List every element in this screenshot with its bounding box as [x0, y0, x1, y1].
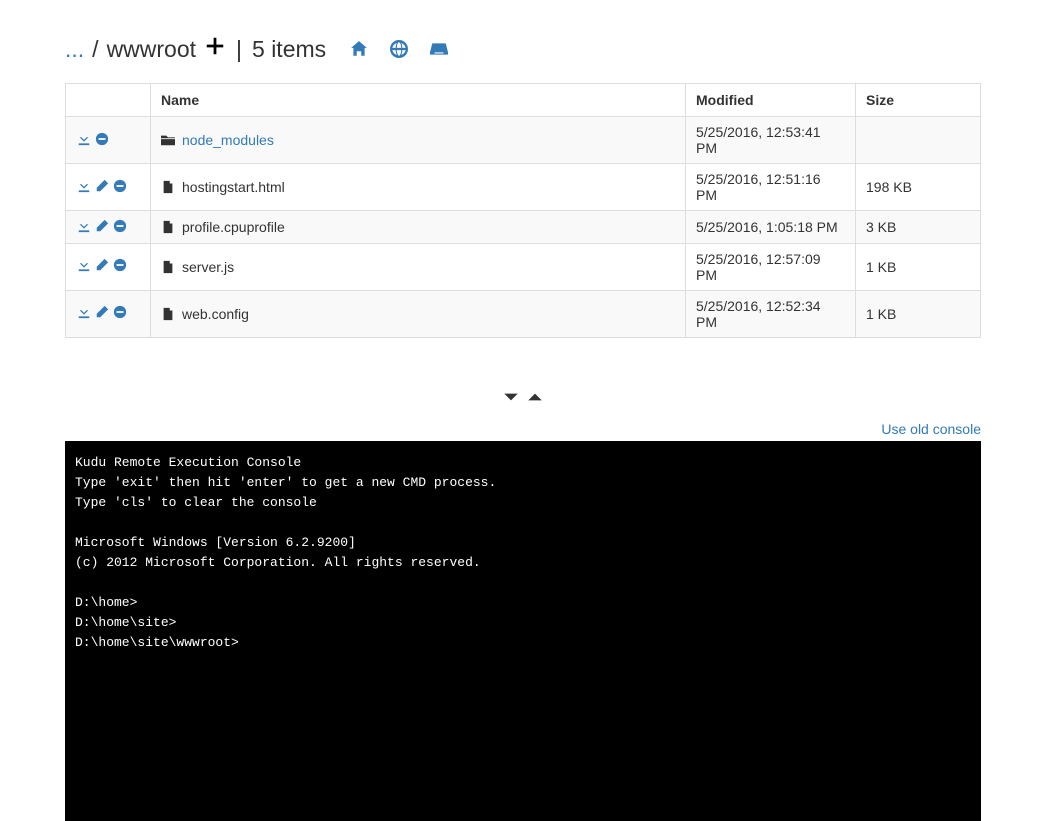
- table-header-actions: [66, 84, 151, 117]
- edit-icon[interactable]: [94, 305, 109, 320]
- console-line: [75, 573, 971, 593]
- delete-icon[interactable]: [94, 131, 109, 146]
- chevron-up-icon: [525, 393, 545, 409]
- file-table: Name Modified Size node_modules 5/25/2016…: [65, 83, 981, 338]
- delete-icon[interactable]: [112, 178, 127, 193]
- table-header-name[interactable]: Name: [151, 84, 686, 117]
- edit-icon[interactable]: [94, 218, 109, 233]
- file-name[interactable]: node_modules: [182, 132, 274, 148]
- file-size: 1 KB: [856, 243, 981, 290]
- download-icon[interactable]: [76, 258, 91, 273]
- delete-icon[interactable]: [112, 218, 127, 233]
- panel-toggle[interactable]: [0, 338, 1046, 421]
- table-row: server.js 5/25/2016, 12:57:09 PM1 KB: [66, 243, 981, 290]
- table-row: node_modules 5/25/2016, 12:53:41 PM: [66, 117, 981, 164]
- table-row: profile.cpuprofile 5/25/2016, 1:05:18 PM3…: [66, 211, 981, 244]
- file-name: server.js: [182, 259, 234, 275]
- folder-icon: [161, 133, 175, 147]
- console-line: Kudu Remote Execution Console: [75, 453, 971, 473]
- item-count-label: 5 items: [252, 36, 326, 63]
- home-icon[interactable]: [350, 40, 368, 58]
- console-line: (c) 2012 Microsoft Corporation. All righ…: [75, 553, 971, 573]
- globe-icon[interactable]: [390, 40, 408, 58]
- disk-icon[interactable]: [430, 40, 448, 58]
- breadcrumb-separator: /: [92, 36, 98, 63]
- breadcrumb: ... / wwwroot | 5 items: [65, 0, 981, 83]
- file-size: 198 KB: [856, 164, 981, 211]
- table-row: hostingstart.html 5/25/2016, 12:51:16 PM1…: [66, 164, 981, 211]
- file-size: 1 KB: [856, 290, 981, 337]
- file-size: [856, 117, 981, 164]
- file-modified: 5/25/2016, 12:51:16 PM: [686, 164, 856, 211]
- console-line: D:\home>: [75, 593, 971, 613]
- console-line: Microsoft Windows [Version 6.2.9200]: [75, 533, 971, 553]
- console-line: [75, 513, 971, 533]
- edit-icon[interactable]: [94, 258, 109, 273]
- table-header-modified[interactable]: Modified: [686, 84, 856, 117]
- delete-icon[interactable]: [112, 258, 127, 273]
- edit-icon[interactable]: [94, 178, 109, 193]
- file-name: web.config: [182, 306, 249, 322]
- download-icon[interactable]: [76, 305, 91, 320]
- delete-icon[interactable]: [112, 305, 127, 320]
- download-icon[interactable]: [76, 218, 91, 233]
- file-icon: [161, 220, 175, 234]
- file-icon: [161, 307, 175, 321]
- file-name: profile.cpuprofile: [182, 219, 285, 235]
- file-size: 3 KB: [856, 211, 981, 244]
- console-line: Type 'exit' then hit 'enter' to get a ne…: [75, 473, 971, 493]
- file-modified: 5/25/2016, 1:05:18 PM: [686, 211, 856, 244]
- add-item-icon[interactable]: [204, 35, 226, 63]
- console-line: D:\home\site>: [75, 613, 971, 633]
- table-header-size[interactable]: Size: [856, 84, 981, 117]
- console-line: Type 'cls' to clear the console: [75, 493, 971, 513]
- use-old-console-link[interactable]: Use old console: [881, 421, 981, 437]
- file-icon: [161, 260, 175, 274]
- file-modified: 5/25/2016, 12:57:09 PM: [686, 243, 856, 290]
- breadcrumb-current: wwwroot: [107, 36, 196, 63]
- file-icon: [161, 180, 175, 194]
- file-modified: 5/25/2016, 12:52:34 PM: [686, 290, 856, 337]
- chevron-down-icon: [501, 393, 525, 409]
- breadcrumb-parent-link[interactable]: ...: [65, 36, 84, 63]
- download-icon[interactable]: [76, 178, 91, 193]
- console-line: D:\home\site\wwwroot>: [75, 633, 971, 653]
- console-output[interactable]: Kudu Remote Execution ConsoleType 'exit'…: [65, 441, 981, 821]
- download-icon[interactable]: [76, 131, 91, 146]
- file-name: hostingstart.html: [182, 179, 285, 195]
- item-count-divider: |: [236, 36, 242, 63]
- file-modified: 5/25/2016, 12:53:41 PM: [686, 117, 856, 164]
- table-row: web.config 5/25/2016, 12:52:34 PM1 KB: [66, 290, 981, 337]
